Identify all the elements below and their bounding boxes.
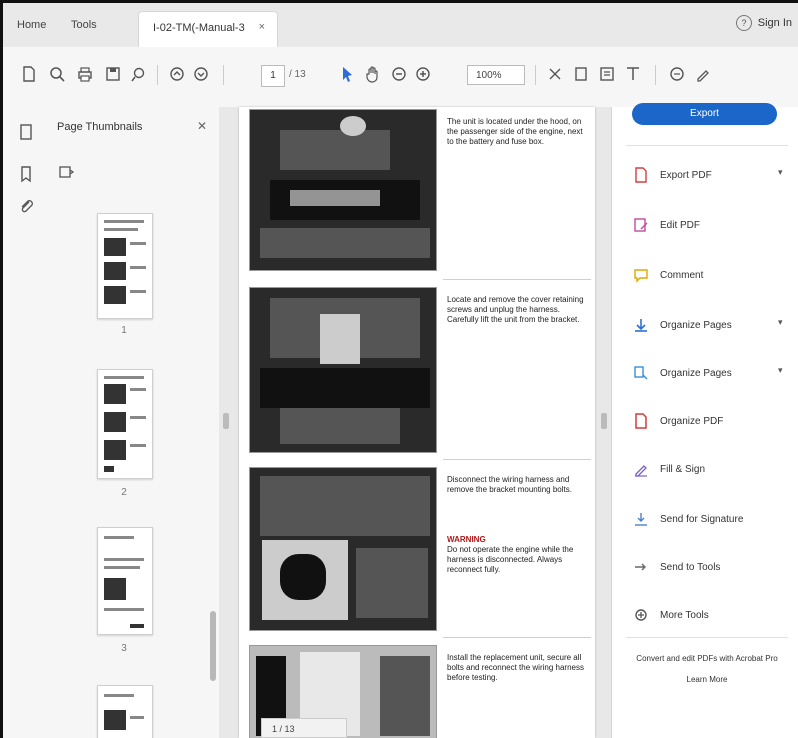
chevron-down-icon[interactable]: ▾ [778, 317, 783, 328]
document-view[interactable]: The unit is located under the hood, on t… [219, 107, 611, 738]
page-thumbnail[interactable] [97, 527, 153, 635]
next-page-icon[interactable] [191, 63, 211, 85]
new-file-icon[interactable] [19, 63, 39, 85]
bookmarks-icon[interactable] [17, 165, 35, 183]
tool-export-pdf[interactable]: Export PDF ▾ [632, 165, 783, 185]
warning-title: WARNING [447, 535, 486, 544]
comment-icon [632, 266, 650, 284]
tool-edit-pdf[interactable]: Edit PDF [632, 215, 700, 235]
attachments-icon[interactable] [17, 197, 35, 215]
thumbnails-title: Page Thumbnails [57, 121, 143, 133]
tool-organize-pdf[interactable]: Organize PDF [632, 411, 723, 431]
close-icon[interactable]: ✕ [197, 119, 207, 133]
tool-label: Send to Tools [660, 561, 721, 573]
app-window: Home Tools I-02-TM(-Manual-3 × ? Sign In… [0, 0, 798, 738]
organize-pages-icon [632, 316, 650, 334]
page-thumbnail[interactable] [97, 685, 153, 738]
select-cursor-icon[interactable] [337, 63, 357, 85]
thumbnail-page-number: 3 [121, 643, 127, 654]
thumbnails-scrollbar[interactable] [209, 201, 217, 732]
tool-label: Organize Pages [660, 367, 732, 379]
main-toolbar: 1 / 13 100% [3, 47, 798, 108]
left-rail [3, 107, 48, 738]
chevron-down-icon[interactable]: ▾ [778, 167, 783, 178]
tool-fill-sign[interactable]: Fill & Sign [632, 459, 705, 479]
step-text: Install the replacement unit, secure all… [447, 653, 584, 682]
tab-close-icon[interactable]: × [259, 21, 265, 33]
tool-organize-pages[interactable]: Organize Pages ▾ [632, 315, 783, 335]
send-tools-icon [632, 558, 650, 576]
tool-more-tools[interactable]: More Tools [632, 605, 709, 625]
tool-comment[interactable]: Comment [632, 265, 703, 285]
tool-send-tools[interactable]: Send to Tools [632, 557, 720, 577]
page-thumbnail[interactable] [97, 369, 153, 479]
sign-pen-icon[interactable] [693, 63, 713, 85]
read-mode-icon[interactable] [597, 63, 617, 85]
thumbnail-options-icon[interactable] [57, 163, 75, 181]
save-icon[interactable] [103, 63, 123, 85]
highlight-icon[interactable] [623, 63, 643, 85]
engine-photo [249, 109, 437, 271]
document-tab-title: I-02-TM(-Manual-3 [153, 22, 245, 34]
hand-tool-icon[interactable] [363, 63, 383, 85]
export-button[interactable]: Export [632, 103, 777, 125]
page-number-input[interactable]: 1 [261, 65, 285, 87]
tool-label: Send for Signature [660, 513, 744, 525]
tool-label: Fill & Sign [660, 463, 706, 475]
tool-label: Organize Pages [660, 319, 732, 331]
tool-label: Edit PDF [660, 219, 701, 231]
tool-label: Export PDF [660, 169, 712, 181]
organize-pages-alt-icon [632, 364, 650, 382]
previous-page-icon[interactable] [167, 63, 187, 85]
find-icon[interactable] [129, 63, 149, 85]
menu-home[interactable]: Home [17, 19, 46, 31]
left-panel-handle[interactable] [223, 413, 229, 429]
more-tools-icon [632, 606, 650, 624]
document-page: The unit is located under the hood, on t… [239, 107, 595, 738]
tool-label: Comment [660, 269, 704, 281]
page-thumbnails-icon[interactable] [17, 123, 35, 141]
sign-in-link[interactable]: Sign In [758, 17, 792, 29]
thumbnails-panel: Page Thumbnails ✕ 1 2 3 [47, 107, 220, 738]
print-icon[interactable] [75, 63, 95, 85]
promo-text: Convert and edit PDFs with Acrobat Pro [636, 654, 778, 663]
document-tab[interactable]: I-02-TM(-Manual-3 × [138, 11, 278, 47]
warning-text: Do not operate the engine while the harn… [447, 545, 574, 574]
engine-photo [249, 467, 437, 631]
page-navigation-control[interactable]: 1 / 13 [261, 718, 347, 738]
search-icon[interactable] [47, 63, 67, 85]
tool-organize-pages-alt[interactable]: Organize Pages ▾ [632, 363, 783, 383]
fill-sign-icon [632, 460, 650, 478]
page-total: / 13 [289, 69, 306, 80]
learn-more-link[interactable]: Learn More [626, 674, 788, 685]
thumbnail-page-number: 2 [121, 487, 127, 498]
zoom-in-icon[interactable] [413, 63, 433, 85]
tab-bar: Home Tools I-02-TM(-Manual-3 × ? Sign In [3, 3, 798, 48]
tools-panel: Export Export PDF ▾ Edit PDF Comment Org… [611, 103, 798, 738]
help-icon[interactable]: ? [736, 15, 752, 31]
step-text: Locate and remove the cover retaining sc… [447, 295, 584, 324]
step-text: The unit is located under the hood, on t… [447, 117, 583, 146]
fit-page-icon[interactable] [545, 63, 565, 85]
edit-pdf-icon [632, 216, 650, 234]
zoom-out-icon[interactable] [389, 63, 409, 85]
tool-label: Organize PDF [660, 415, 724, 427]
organize-pdf-icon [632, 412, 650, 430]
export-pdf-icon [632, 166, 650, 184]
stamp-icon[interactable] [667, 63, 687, 85]
thumbnail-page-number: 1 [121, 325, 127, 336]
engine-photo [249, 287, 437, 453]
send-signature-icon [632, 510, 650, 528]
chevron-down-icon[interactable]: ▾ [778, 365, 783, 376]
right-panel-handle[interactable] [601, 413, 607, 429]
warning-box: WARNING Do not operate the engine while … [447, 535, 589, 575]
zoom-level-select[interactable]: 100% [467, 65, 525, 85]
step-text: Disconnect the wiring harness and remove… [447, 475, 572, 494]
tool-send-signature[interactable]: Send for Signature [632, 509, 743, 529]
tool-label: More Tools [660, 609, 709, 621]
rotate-icon[interactable] [571, 63, 591, 85]
menu-tools[interactable]: Tools [71, 19, 97, 31]
upgrade-promo: Convert and edit PDFs with Acrobat Pro L… [626, 653, 788, 685]
page-thumbnail[interactable] [97, 213, 153, 319]
